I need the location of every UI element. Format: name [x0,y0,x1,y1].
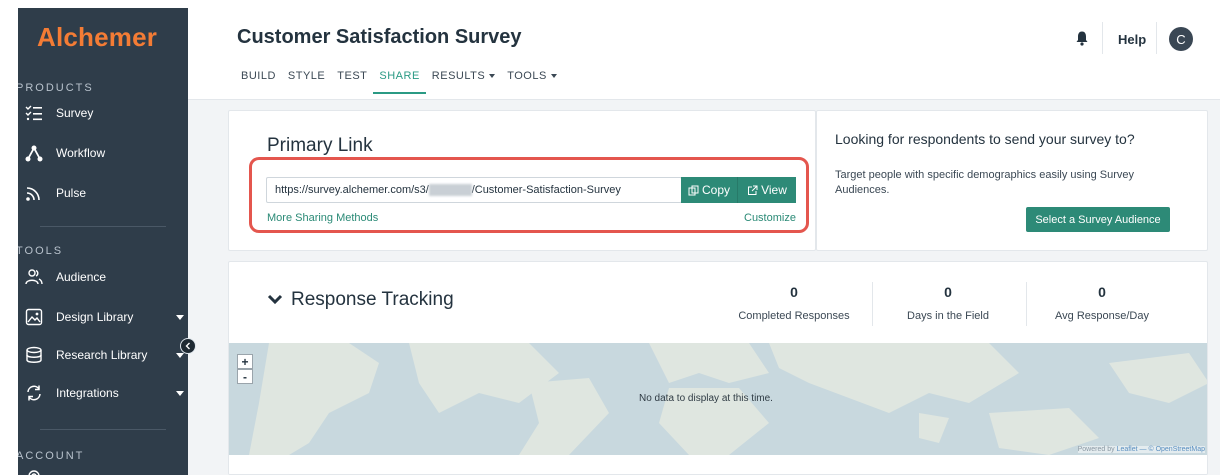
tab-label: RESULTS [431,70,486,82]
url-prefix: https://survey.alchemer.com/s3/ [275,184,429,196]
app-frame: Alchemer PRODUCTS Survey Workflow Pulse … [18,8,1220,475]
image-icon [24,307,44,327]
response-map[interactable]: + - No data to display at this time. Pow… [229,343,1207,455]
tab-label: SHARE [379,70,420,82]
stat-days-in-field: 0 Days in the Field [873,284,1023,322]
stat-label: Completed Responses [738,310,850,322]
tab-label: TEST [337,70,368,82]
more-sharing-methods-link[interactable]: More Sharing Methods [267,212,378,224]
sidebar-divider [40,226,166,227]
response-tracking-toggle[interactable]: Response Tracking [267,289,454,311]
view-button[interactable]: View [738,177,796,203]
tab-test[interactable]: TEST [331,70,373,94]
copy-button[interactable]: Copy [681,177,738,203]
page-title: Customer Satisfaction Survey [237,26,522,48]
top-header: Customer Satisfaction Survey Help C BUIL… [188,8,1220,100]
sidebar-item-label: Research Library [56,348,148,362]
survey-url-field[interactable]: https://survey.alchemer.com/s3/7856542/C… [266,177,682,203]
sidebar-item-label: Workflow [56,146,106,160]
header-separator [1156,22,1157,54]
copy-label: Copy [701,183,730,197]
customize-link[interactable]: Customize [744,212,796,224]
products-section-label: PRODUCTS [18,82,94,94]
primary-link-card: Primary Link https://survey.alchemer.com… [228,110,816,251]
stat-value: 0 [944,284,952,300]
zoom-in-button[interactable]: + [237,354,253,369]
caret-down-icon [489,74,496,79]
sidebar: Alchemer PRODUCTS Survey Workflow Pulse … [18,8,188,475]
stat-value: 0 [790,284,798,300]
caret-down-icon [550,74,557,79]
sidebar-item-label: Integrations [56,386,119,400]
sidebar-divider [40,429,166,430]
sync-icon [24,383,44,403]
tab-tools[interactable]: TOOLS [501,70,563,94]
tab-label: STYLE [287,70,326,82]
sidebar-item-integrations[interactable]: Integrations [18,378,188,408]
database-icon [24,345,44,365]
sidebar-item-label: Pulse [56,186,87,200]
sidebar-collapse-button[interactable] [180,338,196,354]
sidebar-item-label: Survey [56,106,94,120]
tab-style[interactable]: STYLE [282,70,331,94]
chevron-down-icon [176,353,184,358]
pulse-icon [24,183,44,203]
response-tracking-title: Response Tracking [291,289,454,310]
chevron-left-icon [185,342,190,350]
audience-card: Looking for respondents to send your sur… [816,110,1208,251]
url-redacted: 7856542 [428,184,472,196]
zoom-out-button[interactable]: - [237,369,253,384]
list-check-icon [24,103,44,123]
help-link[interactable]: Help [1118,32,1146,47]
chevron-down-icon [176,391,184,396]
gear-icon[interactable] [26,468,42,475]
response-tracking-card: Response Tracking 0 Completed Responses … [228,261,1208,475]
leaflet-link[interactable]: Leaflet [1117,446,1138,453]
tab-label: TOOLS [507,70,547,82]
audience-title: Looking for respondents to send your sur… [835,131,1135,147]
response-tracking-footer [229,455,1207,474]
sidebar-item-survey[interactable]: Survey [18,98,188,128]
survey-tabs: BUILD STYLE TEST SHARE RESULTS TOOLS [235,70,563,94]
sidebar-item-label: Audience [56,270,107,284]
copy-icon [688,185,699,195]
sidebar-item-design-library[interactable]: Design Library [18,302,188,332]
workflow-icon [24,143,44,163]
chevron-down-icon [176,315,184,320]
osm-link[interactable]: — © OpenStreetMap [1138,446,1205,453]
sidebar-item-label: Design Library [56,310,134,324]
stat-avg-response-day: 0 Avg Response/Day [1027,284,1177,322]
primary-link-title: Primary Link [267,135,373,156]
tab-label: BUILD [241,70,276,82]
no-data-message: No data to display at this time. [639,393,773,404]
stat-label: Days in the Field [907,310,989,322]
stat-label: Avg Response/Day [1055,310,1149,322]
audience-icon [24,267,44,287]
url-suffix: /Customer-Satisfaction-Survey [471,184,621,196]
select-audience-button[interactable]: Select a Survey Audience [1026,207,1170,232]
tools-section-label: TOOLS [18,245,64,257]
sidebar-item-pulse[interactable]: Pulse [18,178,188,208]
sidebar-item-audience[interactable]: Audience [18,262,188,292]
account-section-label: ACCOUNT [18,450,85,462]
tab-share[interactable]: SHARE [373,70,426,94]
sidebar-item-workflow[interactable]: Workflow [18,138,188,168]
bell-icon[interactable] [1074,30,1090,46]
attribution-text: Powered by [1077,446,1117,453]
map-attribution: Powered by Leaflet — © OpenStreetMap [1077,446,1205,453]
brand-logo[interactable]: Alchemer [37,22,157,53]
avatar[interactable]: C [1169,27,1193,51]
header-separator [1102,22,1103,54]
stat-value: 0 [1098,284,1106,300]
stat-completed-responses: 0 Completed Responses [719,284,869,322]
tab-results[interactable]: RESULTS [426,70,501,94]
chevron-down-icon [267,294,283,305]
audience-description: Target people with specific demographics… [835,169,1134,196]
sidebar-item-research-library[interactable]: Research Library [18,340,188,370]
tab-build[interactable]: BUILD [235,70,282,94]
external-link-icon [748,185,758,195]
view-label: View [761,183,787,197]
